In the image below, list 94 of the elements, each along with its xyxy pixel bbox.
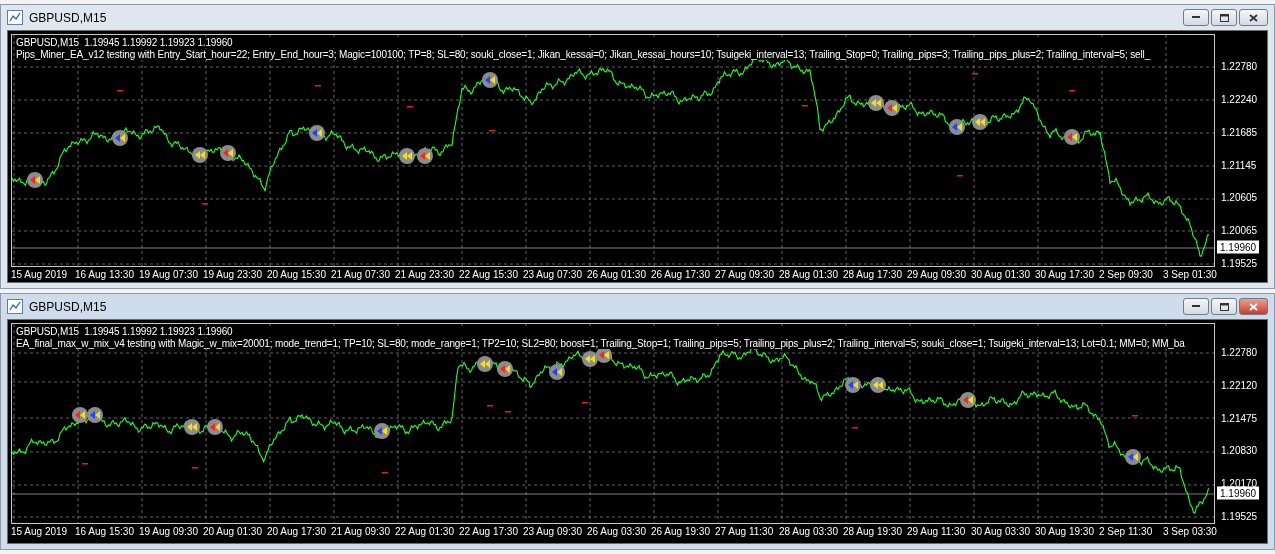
time-label: 19 Aug 07:30 (139, 269, 199, 280)
chart-window-icon (7, 10, 23, 25)
trade-marker-icon (477, 356, 493, 372)
expert-description: Pips_Miner_EA_v12 testing with Entry_Start_hour=22; Entry_End_hour=3; Magic=100100; TP=8; SL=80; souki_close=1; Jikan_kessai=0; Jikan_kessai_hours=10; Tsuigeki_interval=13; Trailing_Stop=0; Trailing_pips=3; Trailing_pips_plus=2; Trailing_interval=5; sell_ (16, 49, 1151, 60)
order-level-mark (582, 402, 588, 404)
order-level-mark (1069, 90, 1075, 92)
price-label: 1.21475 (1221, 412, 1258, 424)
time-label: 20 Aug 15:30 (267, 269, 327, 280)
price-label: 1.20605 (1221, 191, 1258, 203)
time-label: 26 Aug 01:30 (587, 269, 647, 280)
price-label: 1.20065 (1221, 224, 1258, 236)
close-button[interactable] (1239, 9, 1268, 26)
price-label: 1.22780 (1221, 60, 1258, 72)
order-level-mark (957, 175, 963, 177)
order-level-mark (852, 427, 858, 429)
time-label: 29 Aug 09:30 (907, 269, 967, 280)
close-button[interactable] (1239, 298, 1268, 315)
time-label: 27 Aug 09:30 (715, 269, 775, 280)
time-label: 28 Aug 03:30 (779, 526, 839, 537)
order-level-mark (972, 73, 978, 75)
trade-marker-icon (482, 72, 498, 88)
close-icon (1249, 13, 1258, 22)
order-level-mark (802, 105, 808, 107)
time-label: 20 Aug 17:30 (267, 526, 327, 537)
price-label: 1.19525 (1221, 257, 1258, 269)
price-label: 1.22120 (1221, 379, 1258, 391)
time-label: 20 Aug 01:30 (203, 526, 263, 537)
window-title: GBPUSD,M15 (29, 299, 107, 314)
maximize-button[interactable] (1211, 298, 1237, 315)
price-label: 1.20830 (1221, 444, 1258, 456)
time-label: 26 Aug 19:30 (651, 526, 711, 537)
time-label: 21 Aug 09:30 (331, 526, 391, 537)
time-label: 19 Aug 23:30 (203, 269, 263, 280)
price-label: 1.20170 (1221, 477, 1258, 489)
time-label: 15 Aug 2019 (11, 526, 69, 537)
trade-marker-icon (497, 361, 513, 377)
time-label: 2 Sep 09:30 (1099, 269, 1154, 280)
order-level-mark (505, 411, 511, 413)
time-label: 30 Aug 03:30 (971, 526, 1031, 537)
minimize-button[interactable] (1183, 298, 1209, 315)
order-level-mark (1132, 415, 1138, 417)
time-label: 16 Aug 15:30 (75, 526, 135, 537)
window-title: GBPUSD,M15 (29, 10, 107, 25)
time-label: 3 Sep 01:30 (1163, 269, 1218, 280)
time-label: 28 Aug 17:30 (843, 269, 903, 280)
price-label: 1.22240 (1221, 93, 1258, 105)
time-label: 30 Aug 17:30 (1035, 269, 1095, 280)
time-label: 26 Aug 17:30 (651, 269, 711, 280)
time-label: 23 Aug 07:30 (523, 269, 583, 280)
time-label: 30 Aug 19:30 (1035, 526, 1095, 537)
time-label: 21 Aug 07:30 (331, 269, 391, 280)
time-label: 16 Aug 13:30 (75, 269, 135, 280)
expert-description: EA_final_max_w_mix_v4 testing with Magic_w_mix=20001; mode_trend=1; TP=10; SL=80; mode_range=1; TP2=10; SL2=80; boost=1; Trailing_Stop=1; Trailing_pips=5; Trailing_pips_plus=2; Trailing_interval=5; souki_close=1; Tsuigeki_interval=13; Lot=0.1; MM=0; MM_ba (16, 338, 1185, 349)
trade-marker-icon (374, 423, 390, 439)
time-label: 3 Sep 03:30 (1163, 526, 1218, 537)
current-price-label: 1.19960 (1217, 240, 1260, 254)
order-level-mark (407, 106, 413, 108)
minimize-icon (1192, 305, 1200, 308)
order-level-mark (82, 463, 88, 465)
order-level-mark (192, 467, 198, 469)
maximize-icon (1219, 302, 1229, 311)
price-label: 1.21145 (1221, 159, 1257, 170)
time-label: 21 Aug 23:30 (395, 269, 455, 280)
price-label: 1.21685 (1221, 126, 1258, 138)
time-label: 26 Aug 03:30 (587, 526, 647, 537)
time-label: 28 Aug 01:30 (779, 269, 839, 280)
order-level-mark (382, 472, 388, 474)
time-label: 22 Aug 17:30 (459, 526, 519, 537)
time-label: 19 Aug 09:30 (139, 526, 199, 537)
close-icon (1249, 302, 1258, 311)
minimize-button[interactable] (1183, 9, 1209, 26)
time-label: 28 Aug 19:30 (843, 526, 903, 537)
minimize-icon (1192, 16, 1200, 19)
maximize-icon (1219, 13, 1229, 22)
price-label: 1.22780 (1221, 346, 1258, 358)
time-label: 2 Sep 11:30 (1099, 526, 1154, 537)
trade-marker-icon (220, 145, 236, 161)
order-level-mark (315, 85, 321, 87)
time-label: 27 Aug 11:30 (715, 526, 775, 537)
price-label: 1.19525 (1221, 510, 1258, 522)
current-price-label: 1.19960 (1217, 486, 1260, 500)
order-level-mark (487, 405, 493, 407)
time-label: 15 Aug 2019 (11, 269, 69, 280)
trade-marker-icon (27, 172, 43, 188)
maximize-button[interactable] (1211, 9, 1237, 26)
order-level-mark (117, 90, 123, 92)
time-label: 30 Aug 01:30 (971, 269, 1031, 280)
order-level-mark (489, 130, 495, 132)
time-label: 22 Aug 15:30 (459, 269, 519, 280)
chart-window-icon (7, 299, 23, 314)
time-label: 22 Aug 01:30 (395, 526, 455, 537)
time-label: 29 Aug 11:30 (907, 526, 967, 537)
time-label: 23 Aug 09:30 (523, 526, 583, 537)
order-level-mark (202, 203, 208, 205)
